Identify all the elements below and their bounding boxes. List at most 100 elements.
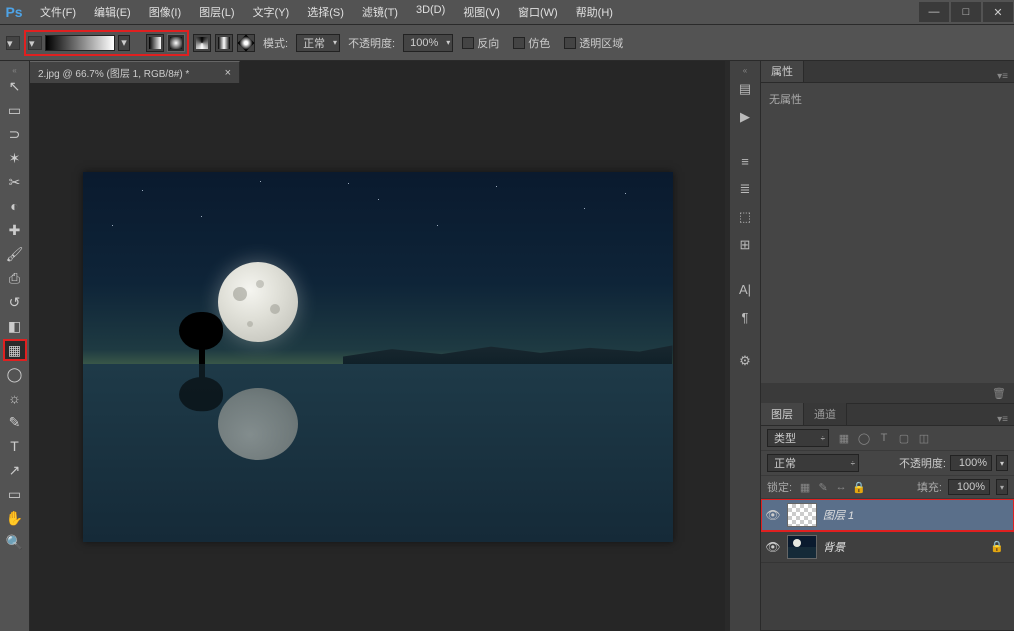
toolbox-collapse[interactable]: « (0, 65, 29, 75)
properties-tab[interactable]: 属性 (761, 61, 804, 82)
eraser-tool[interactable]: ◧ (3, 315, 27, 337)
layer-blend-value: 正常 (774, 455, 796, 471)
gradient-radial[interactable] (167, 34, 185, 52)
dock-character-icon[interactable]: A| (733, 277, 757, 301)
layer-filter-kind[interactable]: 类型÷ (767, 429, 829, 447)
path-select-tool[interactable]: ↗ (3, 459, 27, 481)
document-tab-close[interactable]: × (225, 67, 231, 79)
gradient-angle[interactable] (193, 34, 211, 52)
maximize-button[interactable]: □ (951, 2, 981, 22)
gradient-tool[interactable]: ▦ (3, 339, 27, 361)
dock-brushpresets-icon[interactable]: ≣ (733, 177, 757, 201)
layer-row[interactable]: 👁背景🔒 (761, 531, 1014, 563)
eyedropper-tool[interactable]: ◐ (3, 195, 27, 217)
menu-layer[interactable]: 图层(L) (191, 0, 242, 24)
dock-settings-icon[interactable]: ⚙ (733, 349, 757, 373)
layer-row[interactable]: 👁 图层 1 (761, 499, 1014, 531)
menu-file[interactable]: 文件(F) (32, 0, 84, 24)
menu-3d[interactable]: 3D(D) (408, 0, 453, 24)
reverse-checkbox-wrap[interactable]: 反向 (462, 35, 499, 51)
layer-opacity-field[interactable]: 100% (950, 455, 992, 471)
filter-smart-icon[interactable]: ◫ (917, 432, 931, 445)
menu-type[interactable]: 文字(Y) (245, 0, 298, 24)
dither-checkbox-wrap[interactable]: 仿色 (513, 35, 550, 51)
dock-collapse[interactable]: « (730, 65, 760, 75)
close-button[interactable]: ✕ (983, 2, 1013, 22)
lock-trans-icon[interactable]: ▦ (798, 481, 812, 494)
tool-preset-picker[interactable]: ▾ (6, 36, 20, 50)
toolbox: « ↖ ▭ ⊃ ✶ ✂ ◐ ✚ 🖌 ⎙ ↺ ◧ ▦ ◯ ☼ ✎ T ↗ ▭ ✋ … (0, 61, 30, 631)
layer-blend-mode[interactable]: 正常÷ (767, 454, 859, 472)
lock-all-icon[interactable]: 🔒 (852, 481, 866, 494)
dock-brushes-icon[interactable]: ≡ (733, 149, 757, 173)
hand-tool[interactable]: ✋ (3, 507, 27, 529)
gradient-preview[interactable] (45, 35, 115, 51)
reverse-checkbox[interactable] (462, 37, 474, 49)
canvas-viewport[interactable] (30, 83, 725, 631)
filter-shape-icon[interactable]: ▢ (897, 432, 911, 445)
lock-position-icon[interactable]: ↔ (834, 481, 848, 494)
channels-tab[interactable]: 通道 (804, 403, 847, 425)
menu-edit[interactable]: 编辑(E) (86, 0, 139, 24)
layer-visibility-toggle[interactable]: 👁 (765, 540, 781, 554)
type-tool[interactable]: T (3, 435, 27, 457)
stamp-tool[interactable]: ⎙ (3, 267, 27, 289)
heal-tool[interactable]: ✚ (3, 219, 27, 241)
dock-actions-icon[interactable]: ▶ (733, 105, 757, 129)
shape-tool[interactable]: ▭ (3, 483, 27, 505)
blur-tool[interactable]: ◯ (3, 363, 27, 385)
dodge-tool[interactable]: ☼ (3, 387, 27, 409)
transparency-checkbox-wrap[interactable]: 透明区域 (564, 35, 623, 51)
layer-fill-dropdown[interactable]: ▾ (996, 479, 1008, 495)
filter-adjust-icon[interactable]: ◯ (857, 432, 871, 445)
pen-tool[interactable]: ✎ (3, 411, 27, 433)
filter-pixel-icon[interactable]: ▦ (837, 432, 851, 445)
document-tab[interactable]: 2.jpg @ 66.7% (图层 1, RGB/8#) * × (30, 61, 240, 83)
menu-filter[interactable]: 滤镜(T) (354, 0, 406, 24)
brush-tool[interactable]: 🖌 (3, 243, 27, 265)
lock-pixels-icon[interactable]: ✎ (816, 481, 830, 494)
gradient-linear[interactable] (146, 34, 164, 52)
dock-swatches-icon[interactable]: ⬚ (733, 205, 757, 229)
menu-select[interactable]: 选择(S) (299, 0, 352, 24)
dither-label: 仿色 (528, 35, 550, 51)
layer-opacity-dropdown[interactable]: ▾ (996, 455, 1008, 471)
menu-help[interactable]: 帮助(H) (568, 0, 621, 24)
layer-visibility-toggle[interactable]: 👁 (765, 508, 781, 522)
gradient-reflected[interactable] (215, 34, 233, 52)
layer-blend-row: 正常÷ 不透明度: 100% ▾ (761, 451, 1014, 476)
dock-color-icon[interactable]: ⊞ (733, 233, 757, 257)
gradient-picker-arrow[interactable]: ▾ (28, 36, 42, 50)
gradient-diamond[interactable] (237, 34, 255, 52)
layers-panel-menu[interactable]: ▾≡ (991, 414, 1014, 425)
gradient-preset-dropdown[interactable]: ▾ (118, 35, 130, 51)
crop-tool[interactable]: ✂ (3, 171, 27, 193)
wand-tool[interactable]: ✶ (3, 147, 27, 169)
layer-name-label[interactable]: 背景 (823, 539, 845, 555)
layer-fill-field[interactable]: 100% (948, 479, 990, 495)
blend-mode-select[interactable]: 正常▾ (296, 34, 340, 52)
dock-history-icon[interactable]: ▤ (733, 77, 757, 101)
minimize-button[interactable]: — (919, 2, 949, 22)
move-tool[interactable]: ↖ (3, 75, 27, 97)
history-brush-tool[interactable]: ↺ (3, 291, 27, 313)
transparency-checkbox[interactable] (564, 37, 576, 49)
marquee-tool[interactable]: ▭ (3, 99, 27, 121)
layer-name-label[interactable]: 图层 1 (823, 507, 854, 523)
lasso-tool[interactable]: ⊃ (3, 123, 27, 145)
opacity-field[interactable]: 100%▾ (403, 34, 453, 52)
menu-window[interactable]: 窗口(W) (510, 0, 566, 24)
filter-type-icon[interactable]: T (877, 432, 891, 445)
document-canvas[interactable] (83, 172, 673, 542)
menu-view[interactable]: 视图(V) (455, 0, 508, 24)
layers-tab[interactable]: 图层 (761, 403, 804, 425)
properties-panel-menu[interactable]: ▾≡ (991, 71, 1014, 82)
trash-icon[interactable]: 🗑 (992, 387, 1006, 400)
layer-thumbnail[interactable] (787, 503, 817, 527)
menu-image[interactable]: 图像(I) (141, 0, 189, 24)
layer-thumbnail[interactable] (787, 535, 817, 559)
options-bar: ▾ ▾ ▾ 模式: 正常▾ 不透明度: 100%▾ 反向 仿色 透明区域 (0, 25, 1014, 61)
zoom-tool[interactable]: 🔍 (3, 531, 27, 553)
dither-checkbox[interactable] (513, 37, 525, 49)
dock-paragraph-icon[interactable]: ¶ (733, 305, 757, 329)
